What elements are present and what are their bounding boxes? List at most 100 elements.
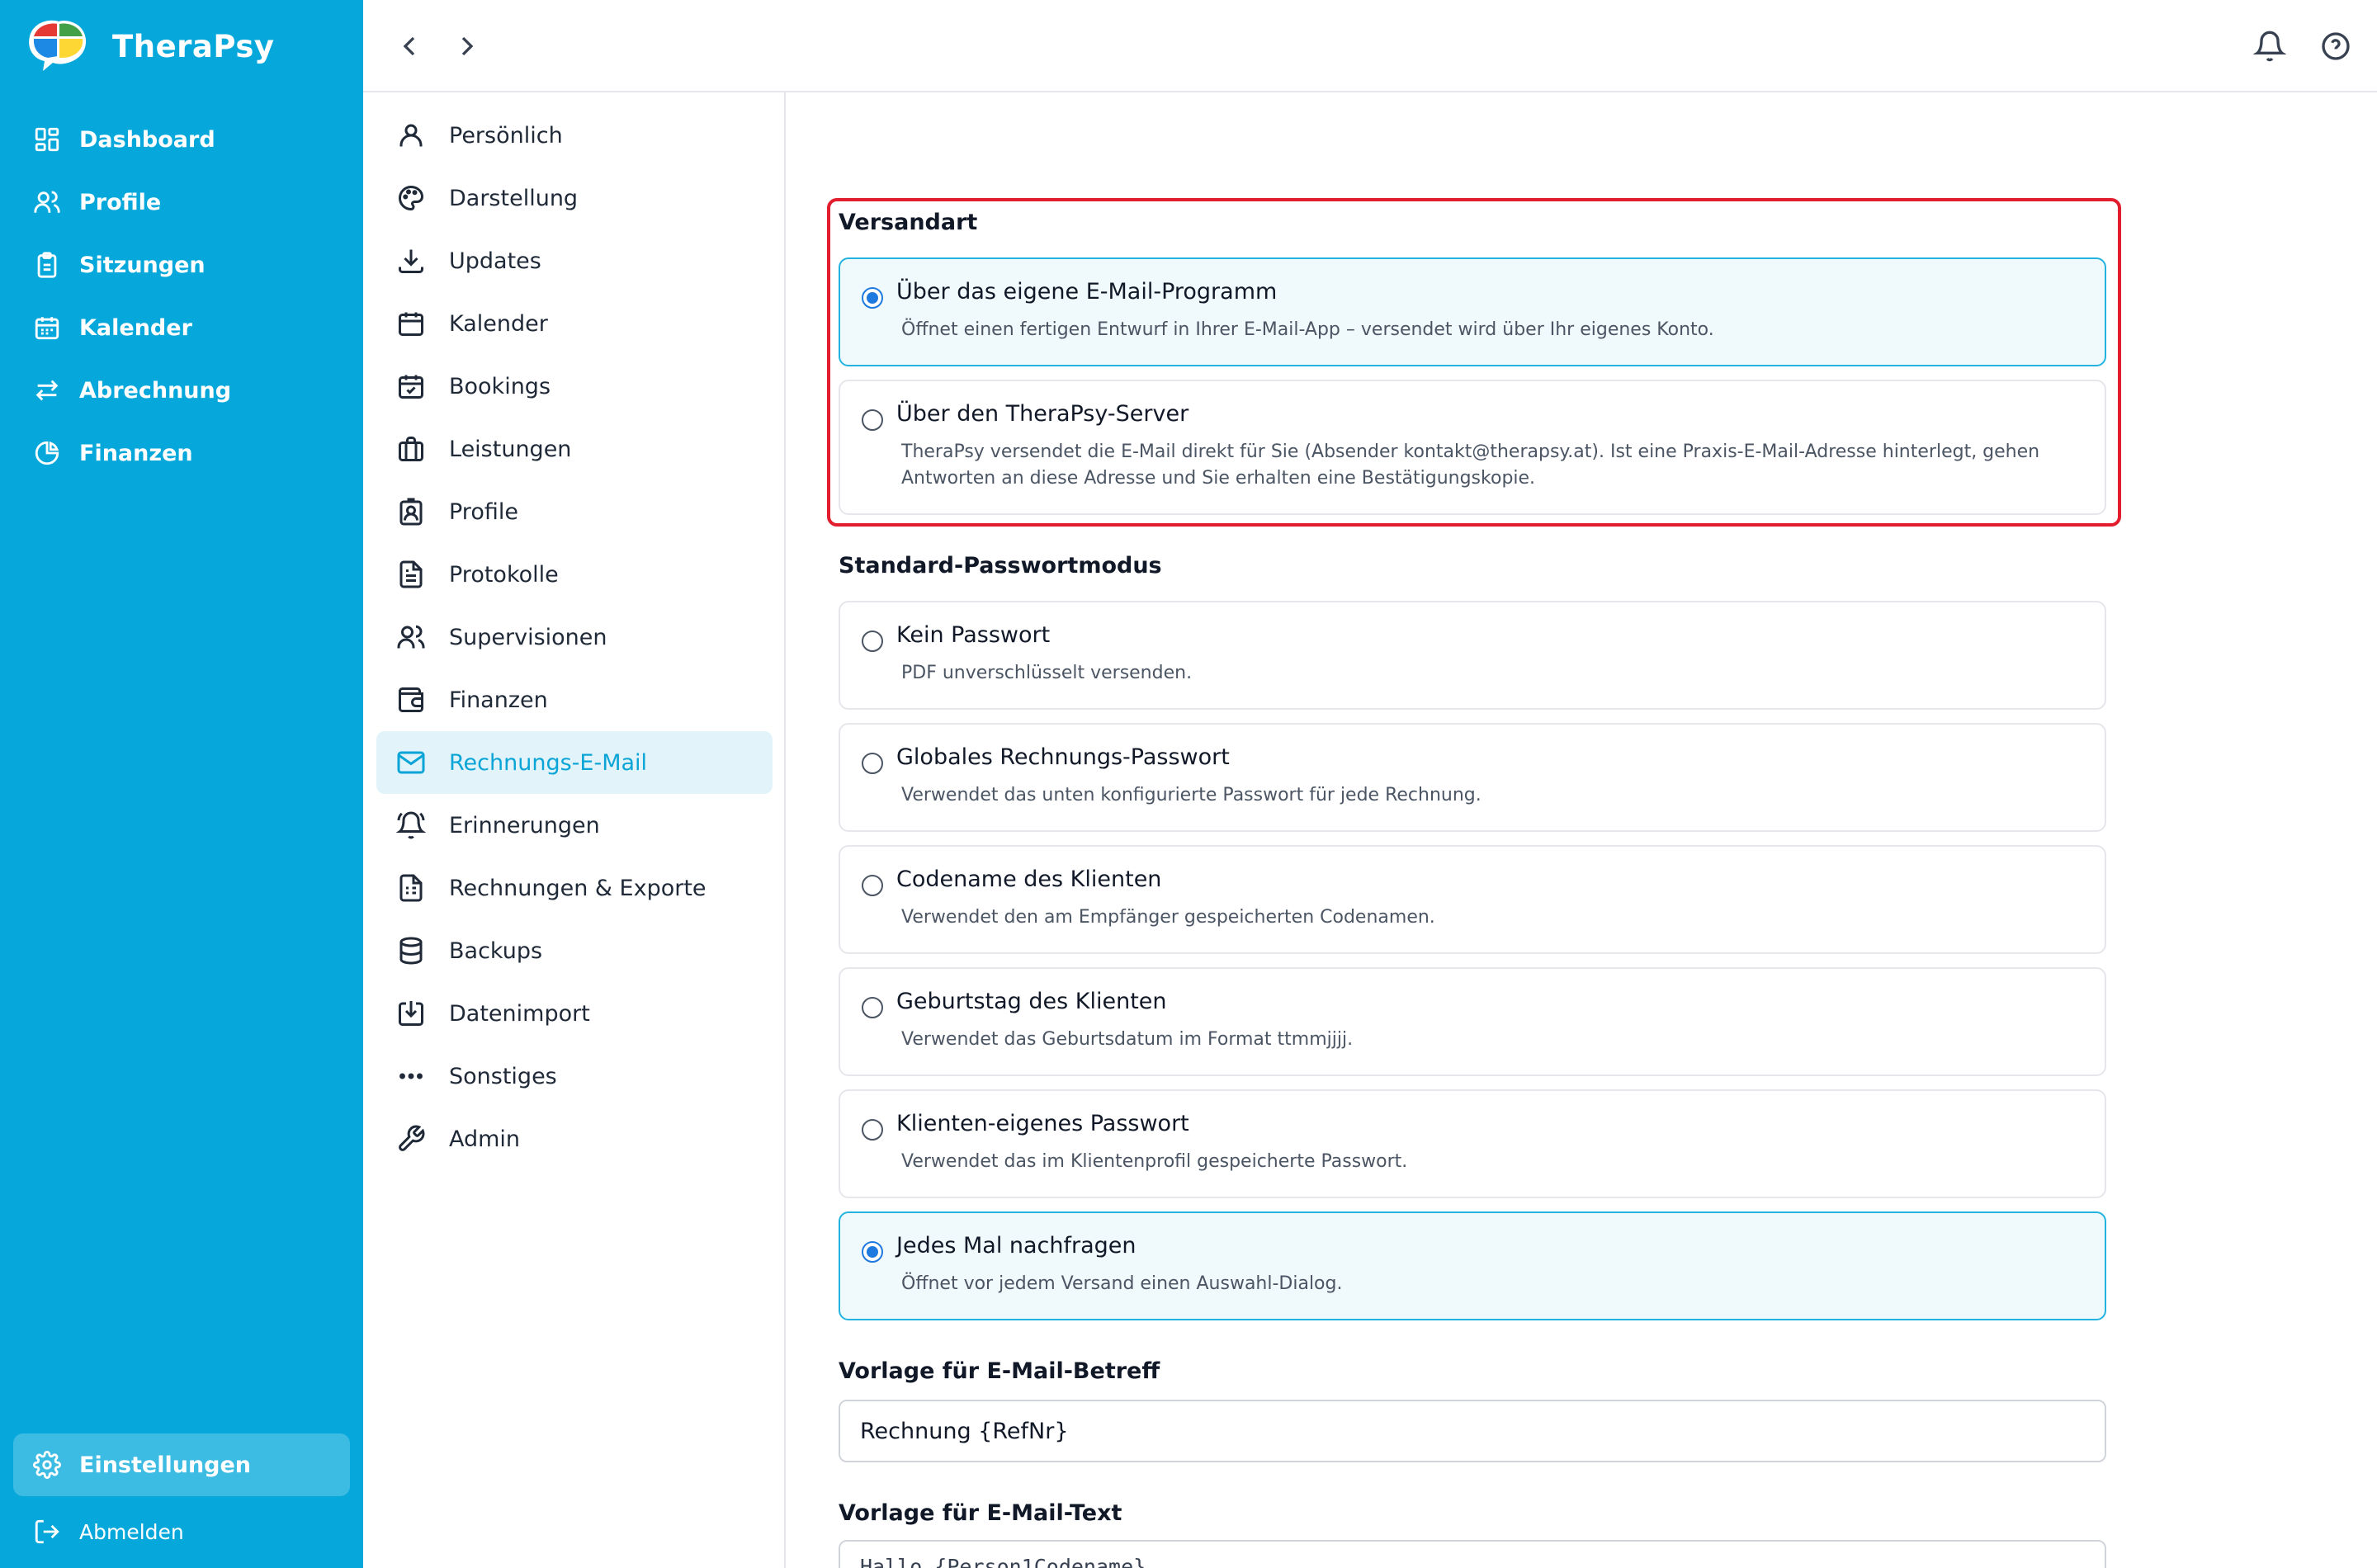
nav-item-kalender[interactable]: Kalender — [13, 296, 350, 359]
option-title: Jedes Mal nachfragen — [896, 1233, 1137, 1259]
wallet-icon — [399, 687, 423, 712]
settings-item-label: Admin — [449, 1126, 521, 1152]
settings-item-profile[interactable]: Profile — [376, 480, 773, 543]
database-icon — [399, 937, 423, 965]
more-icon — [399, 1073, 423, 1079]
settings-item-rechnungs-email[interactable]: Rechnungs-E-Mail — [376, 731, 773, 794]
pie-chart-icon — [35, 441, 59, 465]
nav-item-label: Einstellungen — [79, 1452, 252, 1478]
settings-item-bookings[interactable]: Bookings — [376, 355, 773, 418]
option-description: TheraPsy versendet die E-Mail direkt für… — [901, 442, 2040, 489]
help-button[interactable] — [2319, 30, 2352, 63]
dashboard-icon — [35, 127, 59, 152]
option-description: Öffnet einen fertigen Entwurf in Ihrer E… — [901, 319, 1714, 340]
sidebar-bottom: Einstellungen Abmelden — [13, 1433, 350, 1564]
settings-item-label: Datenimport — [449, 1000, 590, 1027]
mail-icon — [397, 751, 425, 774]
option-title: Über das eigene E-Mail-Programm — [896, 279, 1278, 305]
back-button[interactable] — [393, 30, 426, 63]
settings-item-persoenlich[interactable]: Persönlich — [376, 104, 773, 167]
nav-item-label: Abmelden — [79, 1519, 184, 1544]
import-icon — [399, 1001, 423, 1026]
nav-item-einstellungen[interactable]: Einstellungen — [13, 1433, 350, 1496]
radio-button[interactable] — [862, 1119, 883, 1141]
settings-item-label: Rechnungs-E-Mail — [449, 749, 648, 776]
users-icon — [34, 191, 60, 213]
settings-item-kalender[interactable]: Kalender — [376, 292, 773, 355]
settings-item-leistungen[interactable]: Leistungen — [376, 418, 773, 480]
notifications-button[interactable] — [2252, 30, 2287, 63]
password-option-ask-each-time[interactable]: Jedes Mal nachfragen Öffnet vor jedem Ve… — [839, 1211, 2106, 1320]
users-icon — [397, 625, 425, 649]
password-option-none[interactable]: Kein Passwort PDF unverschlüsselt versen… — [839, 601, 2106, 710]
settings-item-label: Finanzen — [449, 687, 548, 713]
settings-item-label: Persönlich — [449, 122, 563, 149]
settings-item-finanzen[interactable]: Finanzen — [376, 668, 773, 731]
versand-option-email-program[interactable]: Über das eigene E-Mail-Programm Öffnet e… — [839, 257, 2106, 366]
option-description: Verwendet das Geburtsdatum im Format ttm… — [901, 1029, 1354, 1050]
settings-item-label: Erinnerungen — [449, 812, 600, 838]
nav-item-label: Dashboard — [79, 126, 215, 153]
nav-item-abmelden[interactable]: Abmelden — [13, 1500, 350, 1564]
option-description: Öffnet vor jedem Versand einen Auswahl-D… — [901, 1273, 1343, 1294]
forward-button[interactable] — [451, 30, 484, 63]
settings-item-protokolle[interactable]: Protokolle — [376, 543, 773, 606]
settings-item-sonstiges[interactable]: Sonstiges — [376, 1045, 773, 1108]
settings-nav: Persönlich Darstellung Updates Kalender … — [363, 92, 786, 1568]
settings-item-label: Updates — [449, 248, 541, 274]
option-title: Über den TheraPsy-Server — [896, 401, 1189, 427]
invoice-icon — [399, 874, 423, 902]
nav-item-sitzungen[interactable]: Sitzungen — [13, 234, 350, 296]
radio-button[interactable] — [862, 1241, 883, 1263]
option-description: Verwendet das unten konfigurierte Passwo… — [901, 785, 1481, 805]
password-option-client-own[interactable]: Klienten-eigenes Passwort Verwendet das … — [839, 1089, 2106, 1198]
chevron-right-icon — [461, 36, 474, 56]
brand[interactable]: TheraPsy — [25, 17, 275, 76]
passwortmodus-title: Standard-Passwortmodus — [839, 553, 1162, 579]
app-root: TheraPsy Dashboard Profile Sitzungen Kal… — [0, 0, 2377, 1568]
settings-item-admin[interactable]: Admin — [376, 1108, 773, 1170]
main-sidebar: TheraPsy Dashboard Profile Sitzungen Kal… — [0, 0, 363, 1568]
subject-template-label: Vorlage für E-Mail-Betreff — [839, 1358, 1160, 1384]
body-template-textarea[interactable]: Hallo {Person1Codename} — [839, 1540, 2106, 1568]
nav-item-profile[interactable]: Profile — [13, 171, 350, 234]
settings-item-darstellung[interactable]: Darstellung — [376, 167, 773, 229]
nav-item-finanzen[interactable]: Finanzen — [13, 422, 350, 484]
nav-item-dashboard[interactable]: Dashboard — [13, 108, 350, 171]
calendar-icon — [35, 317, 59, 340]
bell-icon — [2252, 31, 2287, 62]
logout-icon — [35, 1519, 59, 1544]
radio-button[interactable] — [862, 997, 883, 1018]
subject-template-input[interactable]: Rechnung {RefNr} — [839, 1400, 2106, 1462]
radio-button[interactable] — [862, 875, 883, 896]
radio-button[interactable] — [862, 753, 883, 774]
password-option-codename[interactable]: Codename des Klienten Verwendet den am E… — [839, 845, 2106, 954]
document-icon — [399, 560, 423, 588]
settings-item-updates[interactable]: Updates — [376, 229, 773, 292]
settings-item-erinnerungen[interactable]: Erinnerungen — [376, 794, 773, 857]
help-circle-icon — [2322, 32, 2350, 60]
option-title: Klienten-eigenes Passwort — [896, 1111, 1189, 1136]
nav-item-label: Finanzen — [79, 440, 193, 466]
nav-item-abrechnung[interactable]: Abrechnung — [13, 359, 350, 422]
versand-option-therapsy-server[interactable]: Über den TheraPsy-Server TheraPsy versen… — [839, 380, 2106, 515]
settings-item-label: Rechnungen & Exporte — [449, 875, 706, 901]
option-description: PDF unverschlüsselt versenden. — [901, 663, 1193, 683]
option-description: Verwendet den am Empfänger gespeicherten… — [901, 907, 1435, 928]
password-option-global[interactable]: Globales Rechnungs-Passwort Verwendet da… — [839, 723, 2106, 832]
password-option-birthday[interactable]: Geburtstag des Klienten Verwendet das Ge… — [839, 967, 2106, 1076]
radio-button[interactable] — [862, 287, 883, 309]
settings-item-label: Darstellung — [449, 185, 579, 211]
settings-item-label: Protokolle — [449, 561, 559, 588]
settings-item-rechnungen-exporte[interactable]: Rechnungen & Exporte — [376, 857, 773, 919]
settings-item-supervisionen[interactable]: Supervisionen — [376, 606, 773, 668]
clipboard-icon — [37, 252, 57, 278]
option-description: Verwendet das im Klientenprofil gespeich… — [901, 1151, 1408, 1172]
arrows-icon — [35, 380, 59, 401]
settings-item-backups[interactable]: Backups — [376, 919, 773, 982]
top-bar — [363, 0, 2377, 92]
radio-button[interactable] — [862, 409, 883, 431]
settings-item-datenimport[interactable]: Datenimport — [376, 982, 773, 1045]
radio-button[interactable] — [862, 631, 883, 652]
settings-item-label: Leistungen — [449, 436, 572, 462]
